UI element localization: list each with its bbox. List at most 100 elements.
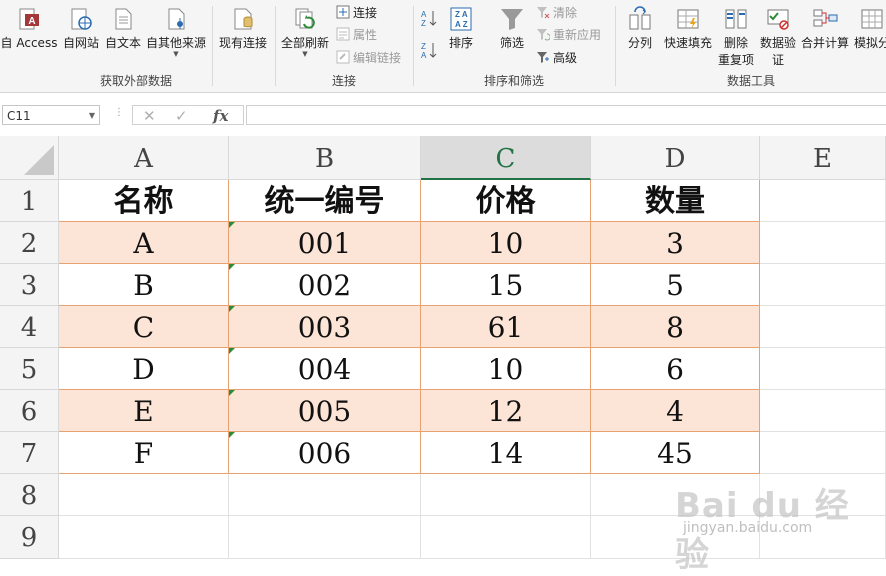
from-web-button[interactable]: 自网站 [60,6,102,51]
cell-a8[interactable] [59,474,229,516]
cell-b9[interactable] [229,516,421,559]
edit-links-icon [336,50,350,64]
reapply-button[interactable]: 重新应用 [536,26,601,44]
what-if-analysis-button[interactable]: 模拟分 [852,6,886,51]
insert-function-button[interactable]: fx [213,106,228,126]
from-text-button[interactable]: 自文本 [102,6,144,51]
cell-a1[interactable]: 名称 [59,180,229,222]
worksheet-grid[interactable]: A B C D E 1 名称 统一编号 价格 数量 2 A 001 10 3 3 B 002 15 5 4 C 0… [0,136,886,575]
cell-a4[interactable]: C [59,306,229,348]
text-to-columns-button[interactable]: 分列 [620,6,660,51]
cell-c1[interactable]: 价格 [421,180,591,222]
number-as-text-indicator-icon[interactable] [229,264,235,270]
cell-e5[interactable] [760,348,886,390]
cell-e3[interactable] [760,264,886,306]
cell-d4[interactable]: 8 [591,306,760,348]
formula-bar-grip-icon[interactable]: ⋮ [114,107,125,118]
properties-button[interactable]: 属性 [336,26,377,44]
consolidate-button[interactable]: 合并计算 [800,6,850,51]
cell-b1[interactable]: 统一编号 [229,180,421,222]
cell-a2[interactable]: A [59,222,229,264]
column-header-c[interactable]: C [421,136,591,180]
number-as-text-indicator-icon[interactable] [229,348,235,354]
cell-b3[interactable]: 002 [229,264,421,306]
select-all-button[interactable] [0,136,59,180]
filter-button[interactable]: 筛选 [492,6,532,51]
flash-fill-button[interactable]: 快速填充 [662,6,714,51]
cell-c6[interactable]: 12 [421,390,591,432]
remove-duplicates-button[interactable]: 删除 重复项 [716,6,756,68]
cell-d8[interactable] [591,474,760,516]
number-as-text-indicator-icon[interactable] [229,222,235,228]
name-box-dropdown-icon[interactable]: ▼ [89,106,95,126]
row-header-9[interactable]: 9 [0,516,59,559]
cell-c8[interactable] [421,474,591,516]
row-header-1[interactable]: 1 [0,180,59,222]
cell-e9[interactable] [760,516,886,559]
cell-b8[interactable] [229,474,421,516]
cell-b7[interactable]: 006 [229,432,421,474]
row-header-8[interactable]: 8 [0,474,59,516]
sort-label: 排序 [448,36,473,50]
sort-ascending-button[interactable]: A Z [420,8,443,28]
edit-links-label: 编辑链接 [353,51,402,65]
cell-c9[interactable] [421,516,591,559]
name-box[interactable]: C11 ▼ [2,105,100,125]
edit-links-button[interactable]: 编辑链接 [336,49,401,67]
cell-d7[interactable]: 45 [591,432,760,474]
sort-descending-button[interactable]: Z A [420,40,443,60]
sort-button[interactable]: Z A A Z 排序 [442,6,480,51]
existing-connections-button[interactable]: 现有连接 [214,6,272,51]
connections-button[interactable]: 连接 [336,4,377,22]
cell-a9[interactable] [59,516,229,559]
column-header-e[interactable]: E [760,136,886,180]
cell-e2[interactable] [760,222,886,264]
column-header-d[interactable]: D [591,136,760,180]
cell-d5[interactable]: 6 [591,348,760,390]
cell-e8[interactable] [760,474,886,516]
cell-c4[interactable]: 61 [421,306,591,348]
cell-b5[interactable]: 004 [229,348,421,390]
cell-a7[interactable]: F [59,432,229,474]
cell-c2[interactable]: 10 [421,222,591,264]
cell-d6[interactable]: 4 [591,390,760,432]
number-as-text-indicator-icon[interactable] [229,432,235,438]
formula-input[interactable] [246,105,886,125]
cell-a5[interactable]: D [59,348,229,390]
advanced-filter-button[interactable]: 高级 [536,49,577,67]
number-as-text-indicator-icon[interactable] [229,390,235,396]
clear-filter-button[interactable]: 清除 [536,4,577,22]
row-header-7[interactable]: 7 [0,432,59,474]
cell-c5[interactable]: 10 [421,348,591,390]
row-header-3[interactable]: 3 [0,264,59,306]
cancel-icon[interactable]: ✕ [143,106,156,126]
cell-b6[interactable]: 005 [229,390,421,432]
cell-a6[interactable]: E [59,390,229,432]
row-header-2[interactable]: 2 [0,222,59,264]
column-header-b[interactable]: B [229,136,421,180]
cell-e4[interactable] [760,306,886,348]
cell-b2[interactable]: 001 [229,222,421,264]
refresh-all-button[interactable]: 全部刷新 ▼ [278,6,332,58]
cell-b4[interactable]: 003 [229,306,421,348]
column-header-a[interactable]: A [59,136,229,180]
from-other-sources-button[interactable]: 自其他来源 ▼ [144,6,208,58]
cell-e1[interactable] [760,180,886,222]
cell-a3[interactable]: B [59,264,229,306]
cell-e6[interactable] [760,390,886,432]
data-validation-button[interactable]: 数据验 证 [758,6,798,68]
flash-fill-label: 快速填充 [663,36,712,50]
from-access-button[interactable]: A 自 Access [0,6,58,51]
cell-d2[interactable]: 3 [591,222,760,264]
cell-e7[interactable] [760,432,886,474]
cell-d9[interactable] [591,516,760,559]
cell-c3[interactable]: 15 [421,264,591,306]
row-header-6[interactable]: 6 [0,390,59,432]
cell-c7[interactable]: 14 [421,432,591,474]
cell-d1[interactable]: 数量 [591,180,760,222]
row-header-4[interactable]: 4 [0,306,59,348]
enter-check-icon[interactable]: ✓ [175,106,188,126]
row-header-5[interactable]: 5 [0,348,59,390]
number-as-text-indicator-icon[interactable] [229,306,235,312]
cell-d3[interactable]: 5 [591,264,760,306]
